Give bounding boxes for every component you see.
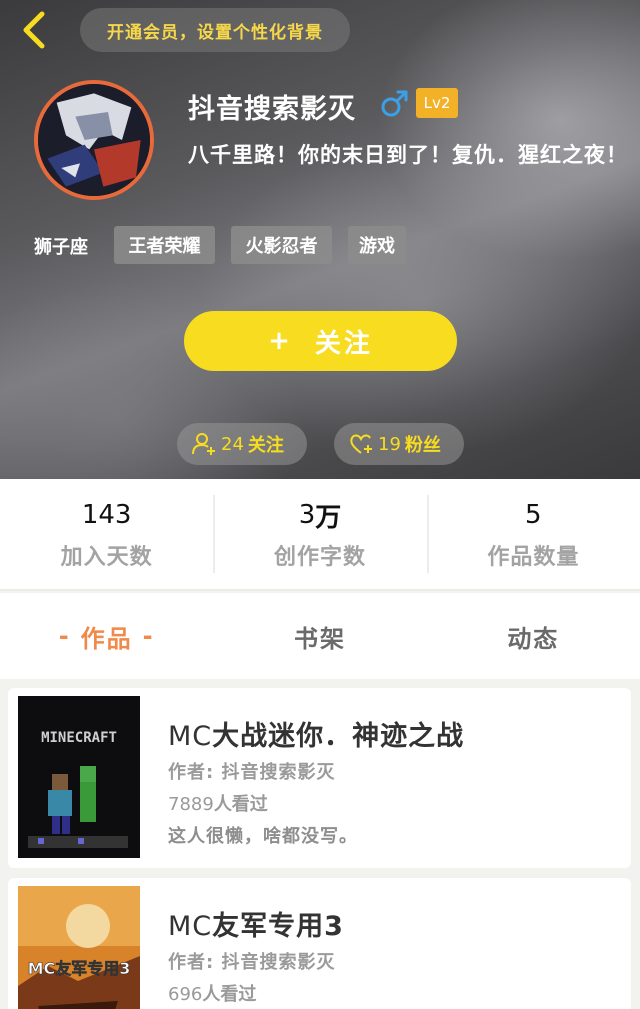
- avatar-image: [38, 84, 150, 196]
- tab-label: 书架: [293, 624, 346, 653]
- back-button[interactable]: [16, 8, 56, 52]
- work-description: 这人很懒，啥都没写。: [168, 826, 358, 847]
- male-icon: [380, 88, 410, 118]
- tab-works[interactable]: - 作品 -: [0, 593, 213, 679]
- tab-dash-right: -: [142, 622, 155, 650]
- stat-works-count: 5 作品数量: [426, 479, 640, 589]
- stat-value: 5: [525, 500, 542, 530]
- tag-item[interactable]: 王者荣耀: [114, 226, 215, 264]
- chevron-left-icon: [23, 11, 45, 49]
- tab-dash-left: -: [58, 622, 71, 650]
- stat-label: 作品数量: [487, 545, 580, 570]
- tab-bookshelf[interactable]: 书架: [213, 593, 426, 679]
- avatar[interactable]: [34, 80, 154, 200]
- work-title-prefix: MC: [168, 721, 213, 752]
- follow-button[interactable]: + 关注: [184, 311, 457, 371]
- fans-count: 19: [378, 433, 401, 455]
- work-cover: MC友军专用3: [18, 886, 140, 1009]
- work-views-count: 696: [168, 984, 203, 1005]
- work-title: MC友军专用3: [168, 904, 344, 943]
- vip-banner[interactable]: 开通会员，设置个性化背景: [80, 8, 350, 52]
- stat-unit: 万: [315, 502, 342, 533]
- following-label: 关注: [247, 435, 284, 456]
- fans-count-button[interactable]: 19 粉丝: [334, 423, 464, 465]
- work-title-prefix: MC: [168, 911, 213, 942]
- work-views: 7889人看过: [168, 790, 268, 816]
- follow-button-label: 关注: [314, 328, 373, 359]
- work-author: 作者: 抖音搜索影灭: [168, 762, 336, 783]
- cover-image: MINECRAFT: [18, 696, 140, 858]
- work-card[interactable]: MC友军专用3 MC友军专用3 作者: 抖音搜索影灭 696人看过: [8, 878, 631, 1009]
- stat-value: 3万: [299, 497, 342, 533]
- cover-image: MC友军专用3: [18, 886, 140, 1009]
- fans-label: 粉丝: [404, 435, 441, 456]
- work-views: 696人看过: [168, 980, 256, 1006]
- profile-header: 开通会员，设置个性化背景 抖音搜索影灭 Lv2 八千里路！你的末日到了！复仇．猩…: [0, 0, 640, 479]
- following-count: 24: [221, 433, 244, 455]
- tab-bar: - 作品 - 书架 动态: [0, 593, 640, 679]
- work-views-count: 7889: [168, 794, 214, 815]
- stat-value: 143: [81, 500, 132, 530]
- work-cover: MINECRAFT: [18, 696, 140, 858]
- stat-word-count: 3万 创作字数: [213, 479, 426, 589]
- work-title: MC大战迷你．神迹之战: [168, 714, 464, 753]
- work-author: 作者: 抖音搜索影灭: [168, 952, 336, 973]
- work-views-label: 人看过: [202, 984, 257, 1005]
- stat-label: 创作字数: [273, 545, 366, 570]
- stat-number: 3: [298, 500, 316, 530]
- signature: 八千里路！你的末日到了！复仇．猩红之夜！: [188, 143, 628, 167]
- work-views-label: 人看过: [213, 794, 268, 815]
- cover-title-text: MINECRAFT: [41, 730, 117, 746]
- work-title-rest: 大战迷你．神迹之战: [212, 721, 465, 752]
- tab-activity[interactable]: 动态: [427, 593, 640, 679]
- work-card[interactable]: MINECRAFT MC大战迷你．神迹之战 作者: 抖音搜索影灭 7889人看过…: [8, 688, 631, 868]
- tag-item[interactable]: 火影忍者: [231, 226, 332, 264]
- stat-days-joined: 143 加入天数: [0, 479, 213, 589]
- zodiac-label: 狮子座: [34, 237, 88, 258]
- tab-label: 动态: [507, 624, 560, 653]
- plus-icon: +: [268, 326, 293, 356]
- level-badge: Lv2: [416, 88, 458, 118]
- stat-label: 加入天数: [60, 545, 153, 570]
- add-user-icon: [192, 433, 215, 455]
- username: 抖音搜索影灭: [188, 93, 356, 125]
- tab-label: 作品: [80, 624, 133, 653]
- stats-bar: 143 加入天数 3万 创作字数 5 作品数量: [0, 479, 640, 591]
- cover-title-text: MC友军专用3: [28, 959, 131, 978]
- heart-plus-icon: [350, 434, 372, 454]
- work-title-rest: 友军专用3: [212, 911, 344, 942]
- following-count-button[interactable]: 24 关注: [177, 423, 307, 465]
- tag-item[interactable]: 游戏: [348, 226, 406, 264]
